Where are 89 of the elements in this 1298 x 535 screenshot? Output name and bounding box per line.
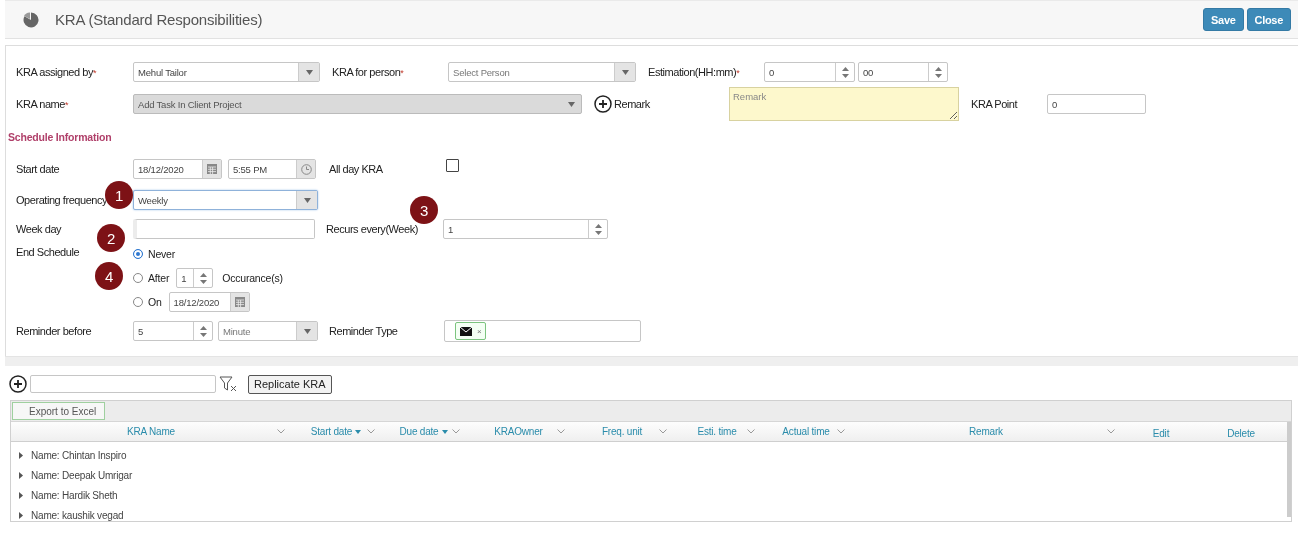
hours-field[interactable]: 0 bbox=[764, 62, 855, 82]
caret-icon bbox=[567, 101, 575, 107]
field-label: All day KRA bbox=[329, 163, 383, 175]
caret-icon bbox=[621, 69, 629, 75]
field-label: Recurs every(Week) bbox=[326, 223, 418, 235]
time-field[interactable]: 5:55 PM bbox=[228, 159, 316, 179]
step-badge: 3 bbox=[410, 196, 438, 224]
field-label: Estimation(HH:mm)* bbox=[648, 66, 740, 78]
column-header[interactable]: Remark bbox=[969, 426, 1003, 437]
spinner-arrows-icon bbox=[199, 325, 207, 337]
caret-icon bbox=[303, 197, 311, 203]
step-badge: 2 bbox=[97, 224, 125, 252]
spinner-arrows-icon bbox=[594, 223, 602, 235]
column-header[interactable]: Esti. time bbox=[697, 426, 737, 437]
occurrence-field[interactable]: 1 bbox=[176, 268, 214, 288]
calendar-icon bbox=[207, 164, 217, 174]
column-header[interactable]: KRA Name bbox=[127, 426, 175, 437]
add-icon[interactable] bbox=[9, 375, 27, 393]
clock-icon bbox=[300, 163, 312, 175]
collapsed-arrow-icon[interactable] bbox=[19, 491, 24, 499]
caret-icon bbox=[305, 69, 313, 75]
field-label: KRA Point bbox=[971, 98, 1018, 110]
person-dropdown[interactable]: Select Person bbox=[448, 62, 636, 82]
add-icon[interactable] bbox=[594, 95, 612, 113]
column-header[interactable]: Delete bbox=[1227, 428, 1255, 439]
email-tag[interactable]: × bbox=[455, 322, 487, 340]
section-title: Schedule Information bbox=[8, 131, 113, 145]
sort-icon bbox=[441, 429, 448, 434]
spinner-arrows-icon bbox=[199, 272, 207, 284]
collapsed-arrow-icon[interactable] bbox=[19, 471, 24, 479]
column-header[interactable]: Edit bbox=[1152, 428, 1170, 439]
date-field[interactable]: 18/12/2020 bbox=[133, 159, 222, 179]
step-badge: 4 bbox=[95, 262, 123, 290]
group-row-label: Name: Chintan Inspiro bbox=[31, 449, 127, 461]
radio-button[interactable] bbox=[133, 273, 143, 283]
field-label: KRA name* bbox=[16, 98, 69, 110]
week-day-field[interactable] bbox=[133, 219, 315, 239]
calendar-icon bbox=[234, 297, 245, 307]
remark-field[interactable]: Remark bbox=[729, 87, 959, 121]
caret-icon bbox=[303, 328, 311, 334]
reminder-type-field[interactable]: × bbox=[444, 320, 641, 342]
field-label: Remark bbox=[614, 98, 650, 110]
field-label: Occurance(s) bbox=[222, 272, 283, 284]
kra-point-field[interactable]: 0 bbox=[1047, 94, 1146, 114]
option-label: Never bbox=[148, 248, 175, 260]
recurs-field[interactable]: 1 bbox=[443, 219, 608, 239]
minutes-field[interactable]: 00 bbox=[858, 62, 948, 82]
window-title: KRA (Standard Responsibilities) bbox=[55, 11, 263, 28]
save-button[interactable]: Save bbox=[1203, 8, 1244, 31]
radio-button[interactable] bbox=[133, 249, 143, 259]
sort-icon bbox=[355, 429, 362, 434]
spinner-arrows-icon bbox=[841, 66, 849, 78]
field-label: Reminder before bbox=[16, 325, 92, 337]
field-label: Reminder Type bbox=[329, 325, 398, 337]
group-row-label: Name: Deepak Umrigar bbox=[31, 469, 133, 481]
field-label: KRA for person* bbox=[332, 66, 404, 78]
scrollbar[interactable] bbox=[1287, 422, 1291, 517]
column-header[interactable]: Actual time bbox=[782, 426, 830, 437]
envelope-icon bbox=[460, 326, 472, 336]
field-label: Start date bbox=[16, 163, 60, 175]
column-header[interactable]: Due date bbox=[399, 426, 448, 437]
radio-button[interactable] bbox=[133, 297, 143, 307]
collapsed-arrow-icon[interactable] bbox=[19, 511, 24, 519]
replicate-button[interactable]: Replicate KRA bbox=[248, 374, 332, 394]
option-label: After bbox=[148, 272, 170, 284]
close-button[interactable]: Close bbox=[1246, 8, 1291, 31]
column-header[interactable]: KRAOwner bbox=[494, 426, 543, 437]
field-label: Week day bbox=[16, 223, 62, 235]
field-label: End Schedule bbox=[16, 246, 80, 258]
filter-clear-icon bbox=[219, 376, 237, 392]
field-label: Operating frequency bbox=[16, 194, 108, 206]
collapsed-arrow-icon[interactable] bbox=[19, 451, 24, 459]
reminder-field[interactable]: 5 bbox=[133, 321, 213, 341]
spinner-arrows-icon bbox=[934, 66, 942, 78]
group-row-label: Name: kaushik vegad bbox=[31, 509, 124, 521]
column-header[interactable]: Freq. unit bbox=[601, 426, 643, 437]
search-field[interactable] bbox=[30, 375, 216, 393]
date-field[interactable]: 18/12/2020 bbox=[168, 292, 250, 312]
column-header[interactable]: Start date bbox=[310, 426, 362, 437]
unit-dropdown[interactable]: Minute bbox=[218, 321, 318, 341]
export-button[interactable]: Export to Excel bbox=[12, 402, 106, 420]
option-label: On bbox=[148, 296, 162, 308]
person-dropdown[interactable]: Mehul Tailor bbox=[133, 62, 320, 82]
frequency-dropdown[interactable]: Weekly bbox=[133, 190, 318, 210]
step-badge: 1 bbox=[105, 181, 133, 209]
field-label: KRA assigned by* bbox=[16, 66, 97, 78]
group-row-label: Name: Hardik Sheth bbox=[31, 489, 118, 501]
pie-chart-icon bbox=[23, 11, 39, 28]
checkbox[interactable] bbox=[446, 158, 459, 172]
